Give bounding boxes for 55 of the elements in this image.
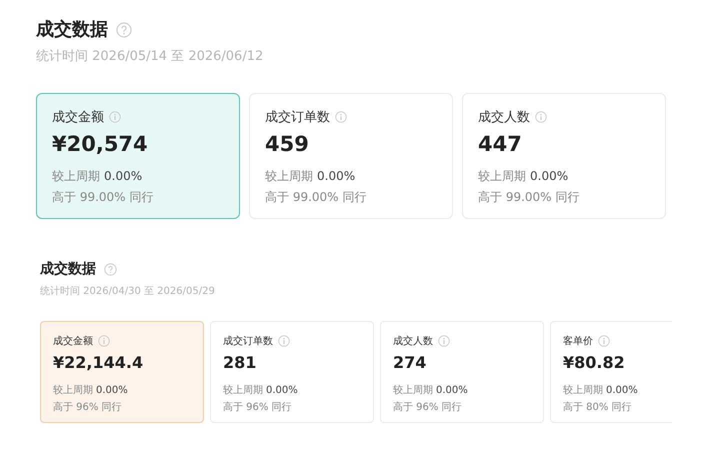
peer-text: 高于 99.00% 同行 (478, 189, 580, 206)
compare-label: 较上周期 (265, 168, 313, 185)
compare-label: 较上周期 (52, 168, 100, 185)
compare-value: 0.00% (266, 384, 298, 398)
compare-label: 较上周期 (53, 384, 93, 398)
metric-label: 成交金额 (53, 334, 93, 348)
compare-label: 较上周期 (478, 168, 526, 185)
metric-label: 客单价 (563, 334, 593, 348)
metric-value: 274 (393, 352, 428, 374)
compare-label: 较上周期 (393, 384, 433, 398)
metric-card[interactable]: 成交人数 447 较上周期 0.00% 高于 99.00% 同行 (462, 92, 666, 218)
peer-text: 高于 96% 同行 (53, 400, 123, 414)
peer-text: 高于 96% 同行 (223, 400, 293, 414)
info-icon[interactable] (335, 111, 347, 124)
metric-value: 281 (223, 352, 258, 374)
metric-label: 成交人数 (393, 334, 433, 348)
compare-value: 0.00% (96, 384, 128, 398)
peer-text: 高于 99.00% 同行 (265, 189, 368, 206)
metric-label: 成交订单数 (223, 334, 273, 348)
info-icon[interactable] (438, 335, 450, 347)
metric-card[interactable]: 成交人数 274 较上周期 0.00% 高于 96% 同行 (380, 320, 544, 422)
metric-value: 447 (478, 131, 523, 158)
metric-card[interactable]: 成交金额 ¥20,574 较上周期 0.00% 高于 99.00% 同行 (36, 92, 240, 218)
info-icon[interactable] (598, 335, 610, 347)
info-icon[interactable] (535, 111, 547, 124)
info-icon[interactable] (278, 335, 290, 347)
section-title: 成交数据 (36, 18, 108, 42)
help-icon[interactable] (104, 262, 117, 276)
metric-value: ¥22,144.4 (53, 352, 144, 374)
metric-card[interactable]: 成交订单数 459 较上周期 0.00% 高于 99.00% 同行 (249, 92, 453, 218)
peer-text: 高于 80% 同行 (563, 400, 633, 414)
metric-label: 成交金额 (52, 108, 104, 126)
compare-value: 0.00% (606, 384, 638, 398)
compare-label: 较上周期 (563, 384, 603, 398)
info-icon[interactable] (109, 111, 121, 124)
period-text: 统计时间 2026/04/30 至 2026/05/29 (40, 284, 216, 298)
metric-value: 459 (265, 131, 310, 158)
metric-card[interactable]: 客单价 ¥80.82 较上周期 0.00% 高于 80% 同行 (550, 320, 672, 422)
info-icon[interactable] (98, 335, 110, 347)
compare-value: 0.00% (530, 168, 568, 185)
metric-label: 成交订单数 (265, 108, 330, 126)
period-text: 统计时间 2026/05/14 至 2026/06/12 (36, 48, 264, 66)
peer-text: 高于 99.00% 同行 (52, 189, 154, 206)
metric-card[interactable]: 成交订单数 281 较上周期 0.00% 高于 96% 同行 (210, 320, 374, 422)
compare-value: 0.00% (436, 384, 468, 398)
help-icon[interactable] (116, 22, 132, 38)
section-title: 成交数据 (40, 260, 96, 278)
metric-label: 成交人数 (478, 108, 530, 126)
compare-label: 较上周期 (223, 384, 263, 398)
compare-value: 0.00% (104, 168, 142, 185)
compare-value: 0.00% (317, 168, 356, 185)
metric-value: ¥80.82 (563, 352, 626, 374)
metric-card[interactable]: 成交金额 ¥22,144.4 较上周期 0.00% 高于 96% 同行 (40, 320, 204, 422)
peer-text: 高于 96% 同行 (393, 400, 463, 414)
metric-value: ¥20,574 (52, 131, 149, 158)
